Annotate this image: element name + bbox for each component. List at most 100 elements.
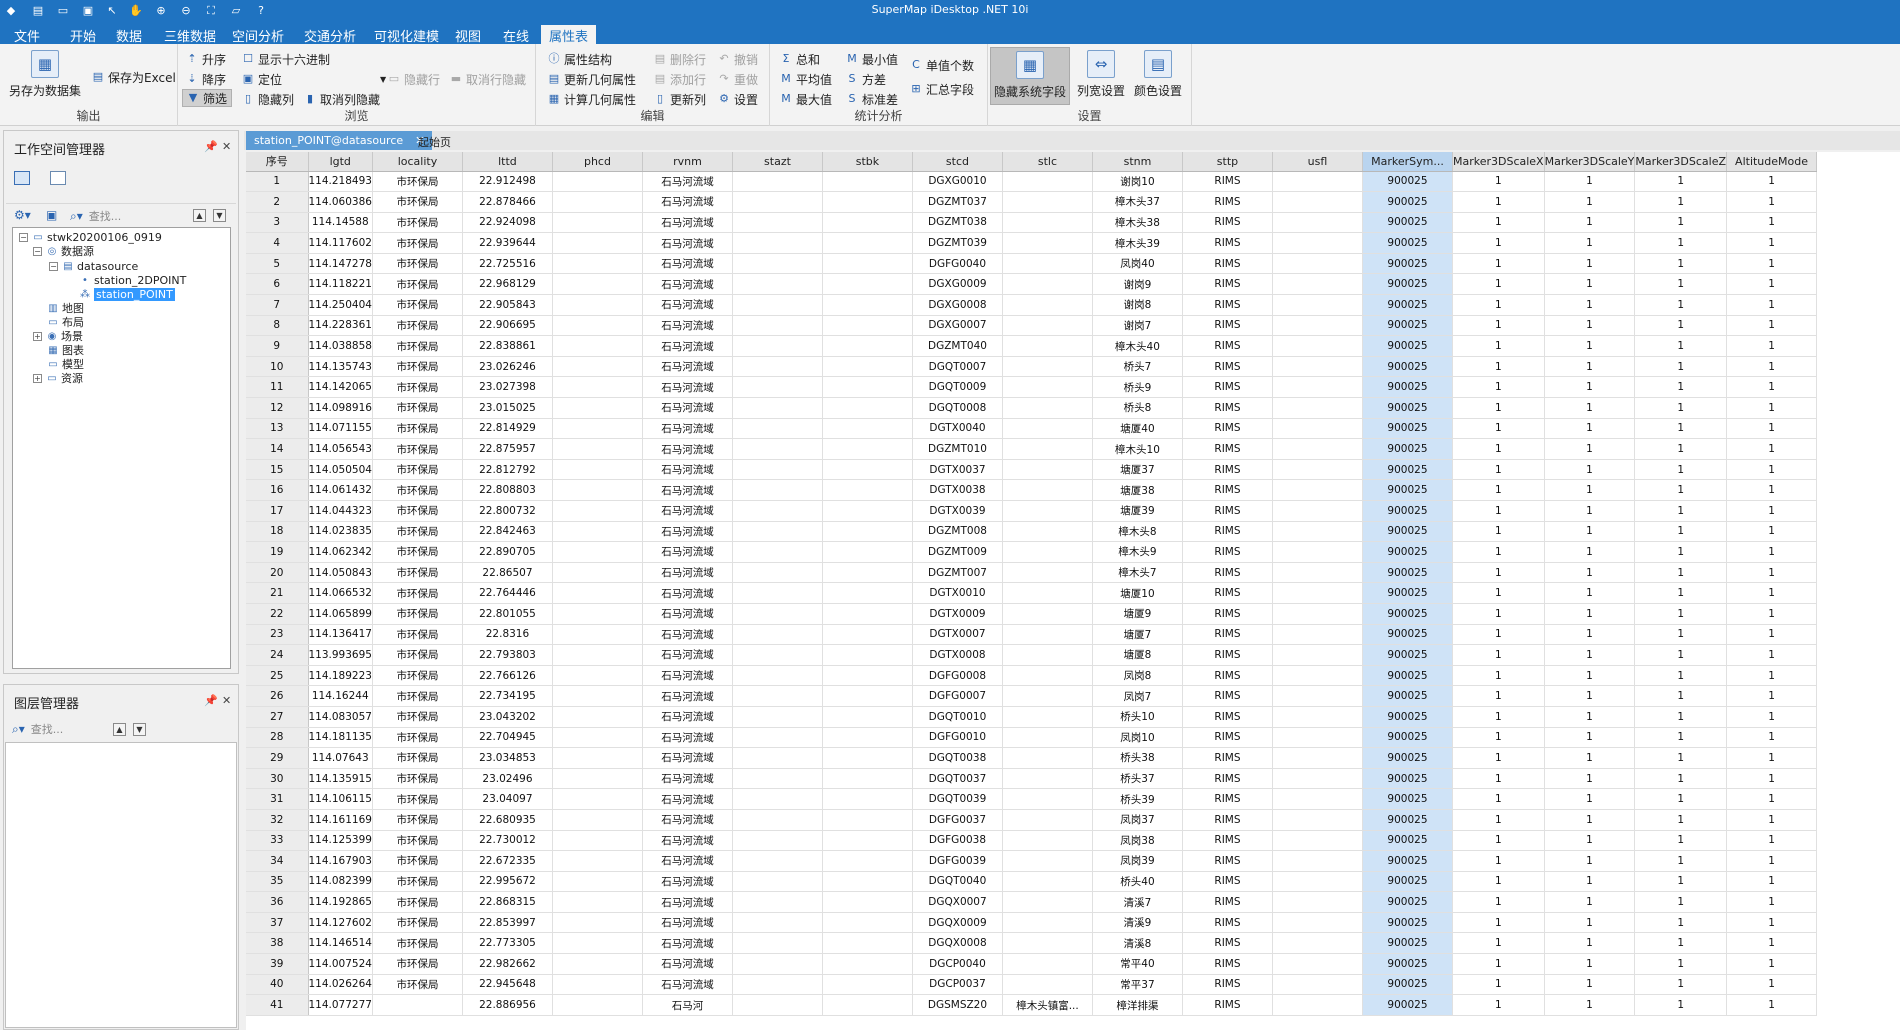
table-cell[interactable]: RIMS xyxy=(1182,644,1273,666)
table-cell[interactable] xyxy=(822,459,913,481)
table-cell[interactable] xyxy=(552,768,643,790)
table-cell[interactable]: RIMS xyxy=(1182,253,1273,275)
table-cell[interactable] xyxy=(552,747,643,769)
column-header-4[interactable]: phcd xyxy=(552,152,643,172)
row-number[interactable]: 2 xyxy=(246,191,309,213)
tree-node-resources[interactable]: + ▭ 资源 xyxy=(33,371,83,385)
table-cell[interactable]: 1 xyxy=(1544,727,1636,749)
table-cell[interactable]: 1 xyxy=(1452,768,1545,790)
menu-item-0[interactable]: 文件 xyxy=(6,25,48,45)
table-cell[interactable] xyxy=(552,438,643,460)
table-cell[interactable]: RIMS xyxy=(1182,685,1273,707)
table-cell[interactable] xyxy=(732,418,823,440)
table-cell[interactable] xyxy=(552,953,643,975)
table-cell[interactable]: RIMS xyxy=(1182,273,1273,296)
table-cell[interactable]: 1 xyxy=(1634,685,1728,707)
table-cell[interactable]: 1 xyxy=(1452,253,1545,275)
row-number[interactable]: 40 xyxy=(246,974,309,996)
table-cell[interactable]: 市环保局 xyxy=(372,562,463,584)
table-cell[interactable]: 900025 xyxy=(1362,850,1453,872)
table-cell[interactable]: 1 xyxy=(1452,727,1545,749)
table-cell[interactable] xyxy=(732,912,823,934)
table-cell[interactable]: 石马河流域 xyxy=(642,624,733,646)
table-cell[interactable]: RIMS xyxy=(1182,706,1273,728)
table-cell[interactable]: 1 xyxy=(1634,706,1728,728)
table-cell[interactable]: 22.838861 xyxy=(462,335,553,357)
tree-node-datasource[interactable]: − ▤ datasource xyxy=(49,259,138,273)
table-cell[interactable]: 1 xyxy=(1634,562,1728,584)
table-cell[interactable] xyxy=(1002,232,1093,254)
table-cell[interactable]: RIMS xyxy=(1182,953,1273,975)
table-cell[interactable]: RIMS xyxy=(1182,521,1273,543)
table-cell[interactable]: 1 xyxy=(1634,747,1728,769)
table-cell[interactable]: 1 xyxy=(1726,171,1818,193)
table-cell[interactable]: DGTX0039 xyxy=(912,500,1003,522)
row-number[interactable]: 22 xyxy=(246,603,309,625)
table-cell[interactable] xyxy=(1272,603,1363,625)
table-row[interactable]: 7 114.250404 市环保局 22.905843 石马河流域 DGXG0008 谢岗8… xyxy=(246,294,1818,316)
table-cell[interactable]: 石马河流域 xyxy=(642,912,733,934)
table-cell[interactable] xyxy=(552,932,643,955)
table-cell[interactable]: 1 xyxy=(1452,582,1545,604)
table-cell[interactable]: 1 xyxy=(1726,850,1818,872)
hide-column-button[interactable]: ▯ 隐藏列 xyxy=(242,90,294,108)
table-cell[interactable]: 1 xyxy=(1544,191,1636,213)
edit-settings-button[interactable]: ⚙ 设置 xyxy=(718,90,758,108)
table-cell[interactable]: 22.680935 xyxy=(462,809,553,831)
table-cell[interactable] xyxy=(1002,974,1093,996)
table-cell[interactable] xyxy=(732,788,823,810)
table-cell[interactable]: 石马河流域 xyxy=(642,521,733,543)
table-cell[interactable]: 22.890705 xyxy=(462,541,553,563)
table-cell[interactable]: 市环保局 xyxy=(372,212,463,234)
table-cell[interactable]: 凤岗40 xyxy=(1092,253,1183,275)
table-cell[interactable] xyxy=(1002,768,1093,790)
table-cell[interactable]: 22.886956 xyxy=(462,994,553,1016)
expand-icon[interactable]: + xyxy=(33,373,42,383)
table-cell[interactable] xyxy=(822,191,913,213)
table-cell[interactable]: 1 xyxy=(1726,603,1818,625)
layer-search[interactable]: ⌕▾ 查找... xyxy=(12,720,63,738)
close-icon[interactable]: ✕ xyxy=(222,694,231,707)
redo-button[interactable]: ↷ 重做 xyxy=(718,70,758,88)
table-cell[interactable] xyxy=(732,768,823,790)
row-number[interactable]: 6 xyxy=(246,273,309,296)
row-number[interactable]: 24 xyxy=(246,644,309,666)
table-cell[interactable]: 1 xyxy=(1634,541,1728,563)
table-cell[interactable]: 22.764446 xyxy=(462,582,553,604)
table-cell[interactable] xyxy=(1272,624,1363,646)
table-cell[interactable]: 22.812792 xyxy=(462,459,553,481)
table-row[interactable]: 41 114.077277 22.886956 石马河 DGSMSZ20 樟木头镇富...… xyxy=(246,994,1818,1016)
table-cell[interactable] xyxy=(552,418,643,440)
row-number[interactable]: 21 xyxy=(246,582,309,604)
table-cell[interactable]: 石马河流域 xyxy=(642,932,733,955)
table-cell[interactable]: 石马河 xyxy=(642,994,733,1016)
table-cell[interactable]: 石马河流域 xyxy=(642,582,733,604)
table-cell[interactable]: 桥头37 xyxy=(1092,768,1183,790)
table-cell[interactable]: 1 xyxy=(1452,397,1545,419)
table-cell[interactable] xyxy=(552,912,643,934)
table-cell[interactable] xyxy=(732,582,823,604)
table-cell[interactable] xyxy=(552,253,643,275)
table-cell[interactable]: 1 xyxy=(1634,644,1728,666)
table-cell[interactable]: 22.968129 xyxy=(462,273,553,296)
table-cell[interactable] xyxy=(822,974,913,996)
table-cell[interactable] xyxy=(1272,582,1363,604)
table-cell[interactable] xyxy=(822,788,913,810)
table-cell[interactable] xyxy=(1272,459,1363,481)
table-cell[interactable]: 1 xyxy=(1726,315,1818,337)
table-cell[interactable]: DGXG0009 xyxy=(912,273,1003,296)
table-cell[interactable] xyxy=(822,500,913,522)
table-cell[interactable]: 市环保局 xyxy=(372,685,463,707)
table-cell[interactable]: 1 xyxy=(1726,932,1818,955)
table-cell[interactable] xyxy=(1272,912,1363,934)
column-header-6[interactable]: stazt xyxy=(732,152,823,172)
table-cell[interactable]: 1 xyxy=(1634,273,1728,296)
table-cell[interactable]: DGTX0008 xyxy=(912,644,1003,666)
table-row[interactable]: 11 114.142065 市环保局 23.027398 石马河流域 DGQT0009 桥头… xyxy=(246,376,1818,399)
table-cell[interactable]: 900025 xyxy=(1362,397,1453,419)
table-cell[interactable]: 1 xyxy=(1452,953,1545,975)
table-cell[interactable]: 1 xyxy=(1544,562,1636,584)
table-cell[interactable]: DGQT0008 xyxy=(912,397,1003,419)
table-cell[interactable]: 1 xyxy=(1634,830,1728,852)
column-header-9[interactable]: stlc xyxy=(1002,152,1093,172)
